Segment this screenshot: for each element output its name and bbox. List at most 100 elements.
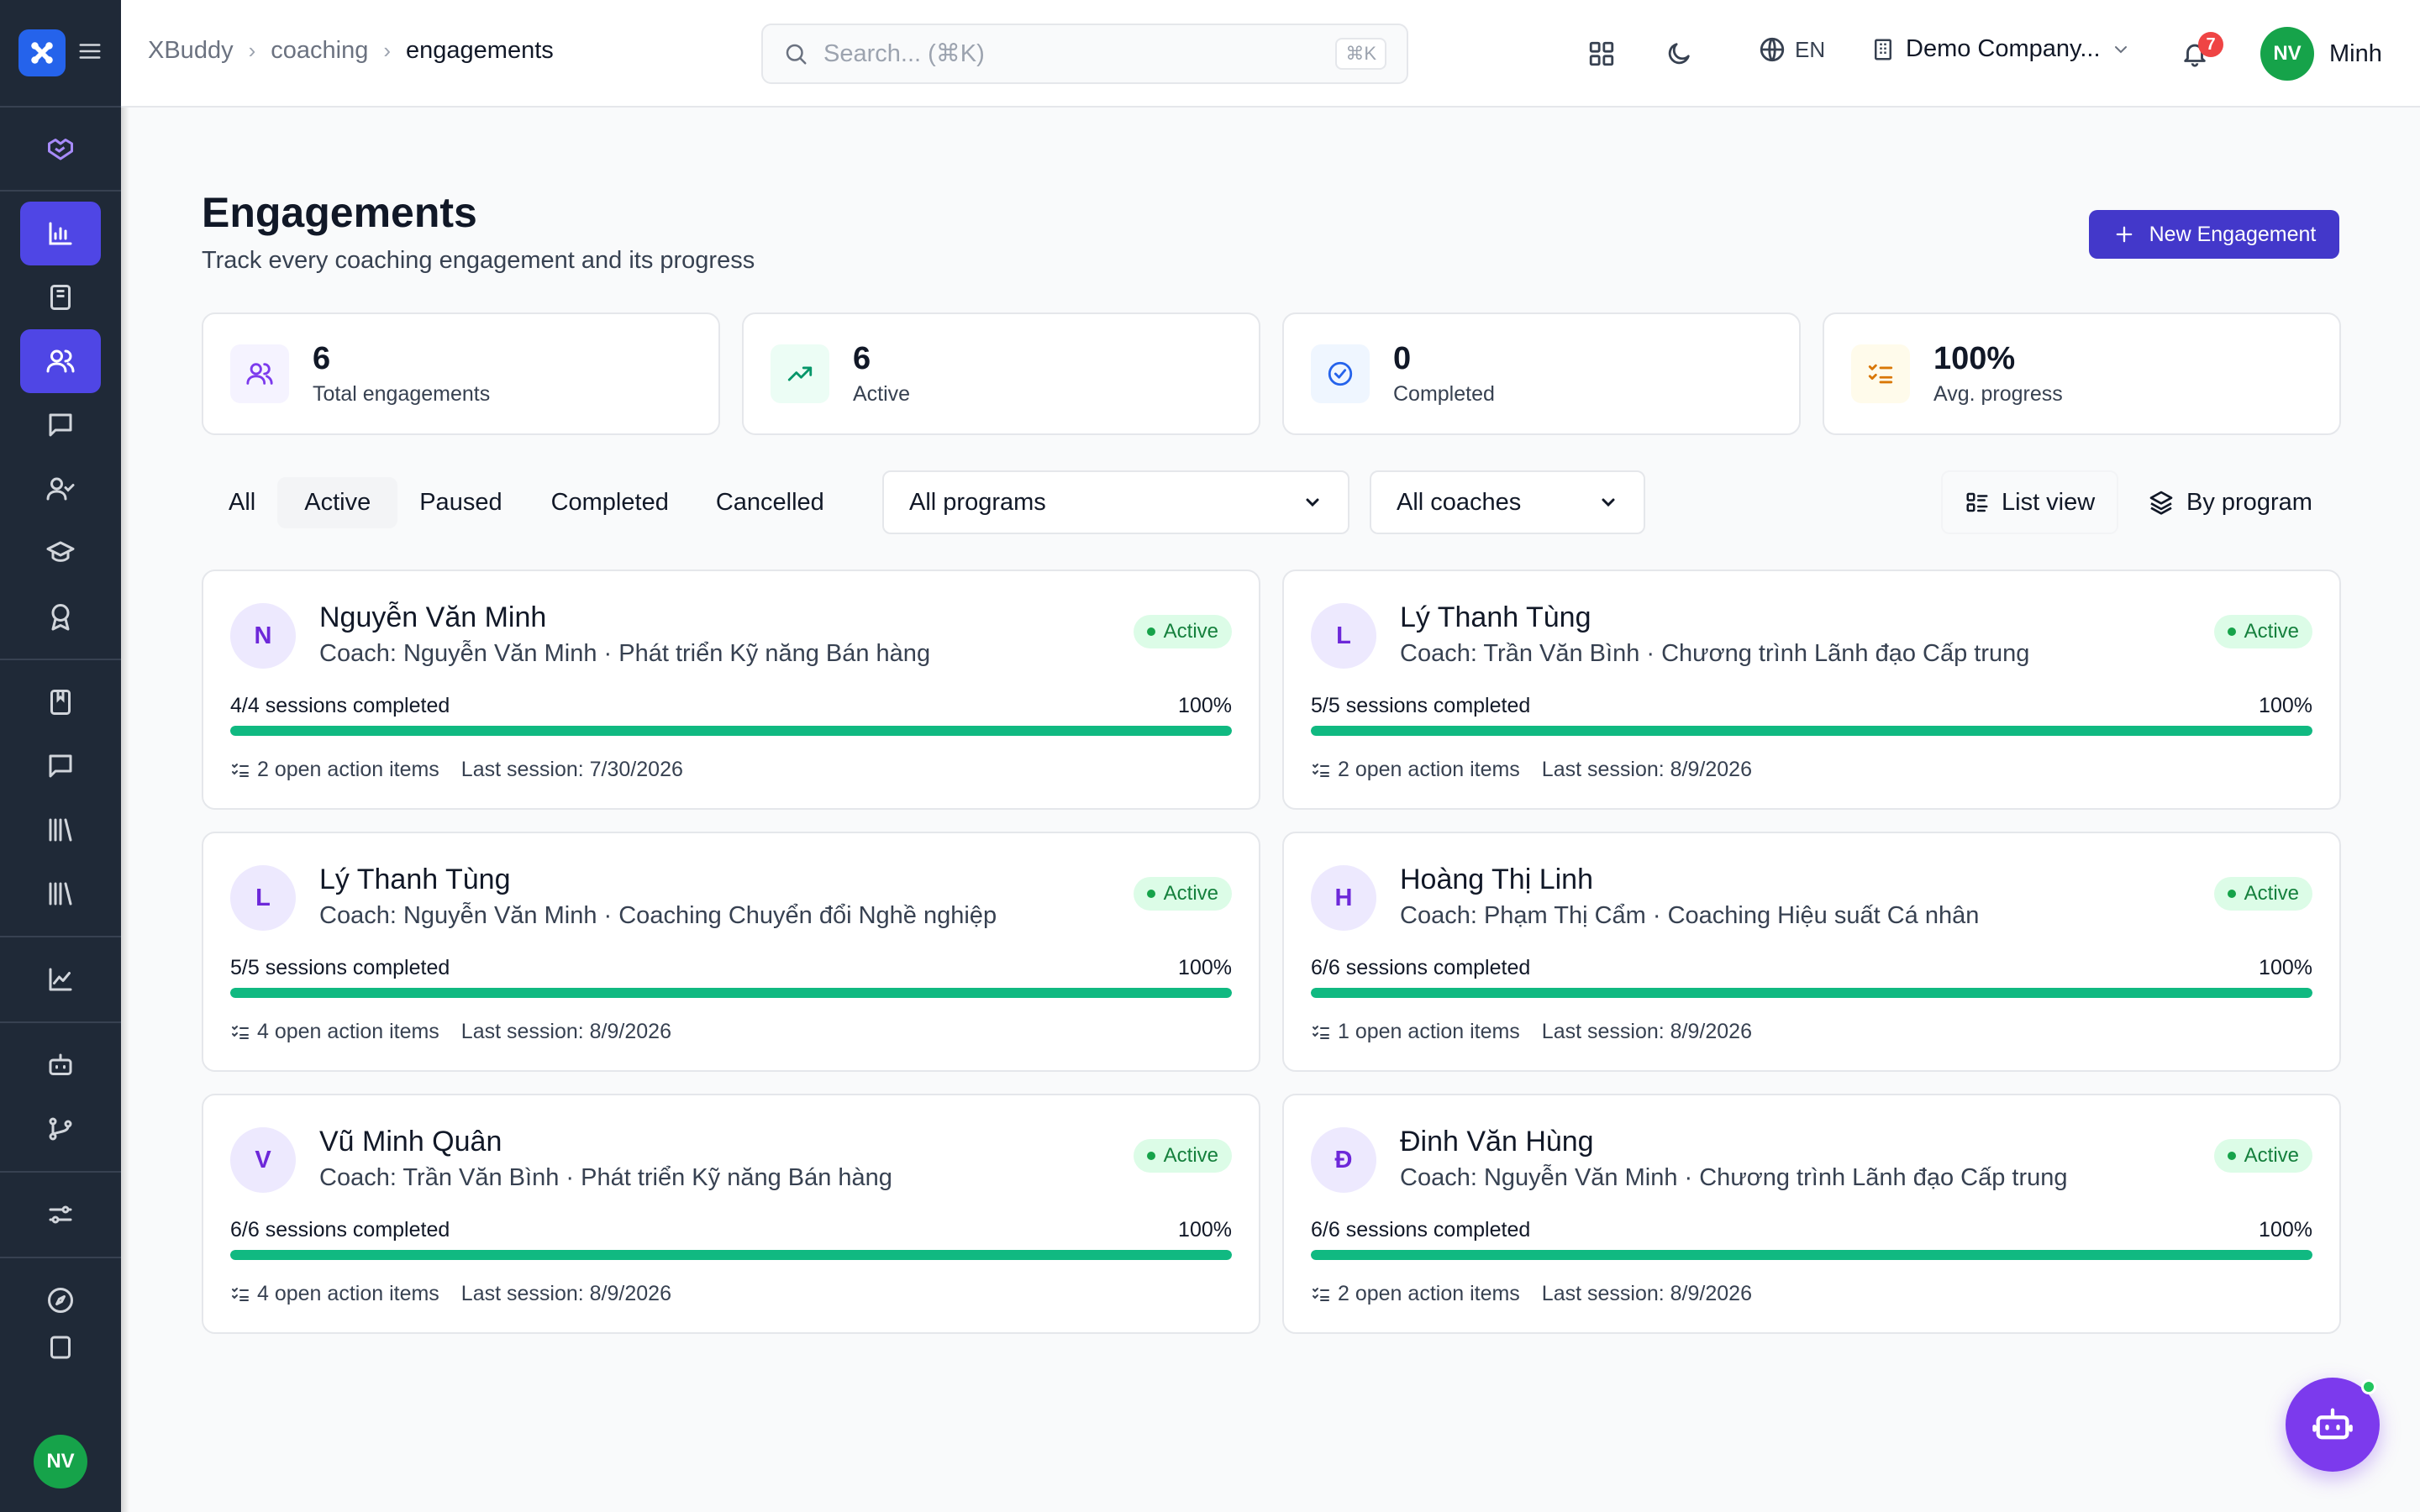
status-dot bbox=[2227, 890, 2236, 898]
sidebar-item-handshake[interactable] bbox=[20, 118, 101, 180]
coach-select[interactable]: All coaches bbox=[1370, 470, 1645, 534]
progress-percent: 100% bbox=[1178, 1218, 1232, 1242]
list-icon bbox=[1966, 492, 1988, 512]
trending-up-icon bbox=[787, 366, 813, 381]
library-icon bbox=[49, 882, 72, 906]
sidebar-item-messages[interactable] bbox=[20, 393, 101, 457]
sidebar-item-resources[interactable] bbox=[20, 798, 101, 862]
app-logo[interactable] bbox=[18, 29, 66, 76]
globe-icon bbox=[1760, 37, 1785, 62]
list-view-button[interactable]: List view bbox=[1941, 470, 2119, 534]
stat-label: Active bbox=[853, 382, 911, 406]
coach-program: Coach: Nguyễn Văn Minh · Coaching Chuyển… bbox=[319, 902, 997, 929]
last-session: Last session: 8/9/2026 bbox=[1541, 1020, 1752, 1043]
progress-percent: 100% bbox=[2259, 956, 2312, 979]
menu-toggle-icon[interactable] bbox=[77, 39, 103, 68]
line-chart-icon bbox=[49, 968, 72, 991]
client-name: Vũ Minh Quân bbox=[319, 1126, 502, 1158]
search-box[interactable]: ⌘K bbox=[761, 24, 1408, 84]
chevron-right-icon: › bbox=[383, 38, 392, 63]
tab-active[interactable]: Active bbox=[277, 476, 398, 528]
search-shortcut-badge: ⌘K bbox=[1335, 38, 1386, 70]
progress-bar bbox=[1311, 988, 2312, 998]
sidebar-item-library[interactable] bbox=[20, 670, 101, 734]
sidebar-section-analytics bbox=[0, 937, 121, 1023]
sidebar-item-coaches[interactable] bbox=[20, 457, 101, 521]
status-label: Active bbox=[1163, 882, 1218, 905]
sidebar-item-settings[interactable] bbox=[20, 1183, 101, 1247]
status-badge: Active bbox=[2213, 877, 2312, 911]
git-branch-icon bbox=[49, 1117, 72, 1141]
sidebar-item-chat[interactable] bbox=[20, 734, 101, 798]
card-footer: 4 open action items Last session: 8/9/20… bbox=[230, 1020, 671, 1044]
sidebar-item-awards[interactable] bbox=[20, 585, 101, 648]
action-items: 2 open action items bbox=[230, 758, 439, 782]
bot-icon bbox=[2312, 1408, 2353, 1440]
sidebar-item-bot[interactable] bbox=[20, 1033, 101, 1097]
sidebar-section-explore bbox=[0, 1258, 121, 1376]
tab-all[interactable]: All bbox=[202, 477, 274, 528]
sidebar-item-engagements[interactable] bbox=[20, 329, 101, 393]
tab-paused[interactable]: Paused bbox=[401, 477, 520, 528]
sidebar-item-learning[interactable] bbox=[20, 521, 101, 585]
sessions-completed: 4/4 sessions completed bbox=[230, 694, 450, 717]
action-items: 4 open action items bbox=[230, 1282, 439, 1306]
tab-completed[interactable]: Completed bbox=[524, 477, 691, 528]
language-selector[interactable]: EN bbox=[1758, 35, 1825, 64]
progress-percent: 100% bbox=[1178, 956, 1232, 979]
stat-icon-container bbox=[1311, 344, 1370, 403]
breadcrumb-item-home[interactable]: XBuddy bbox=[148, 37, 234, 65]
apps-grid-button[interactable] bbox=[1581, 34, 1622, 74]
sidebar: NV bbox=[0, 0, 121, 1512]
engagement-card[interactable]: N Nguyễn Văn Minh Coach: Nguyễn Văn Minh… bbox=[202, 570, 1260, 810]
new-engagement-button[interactable]: New Engagement bbox=[2089, 210, 2339, 259]
status-label: Active bbox=[1163, 620, 1218, 643]
engagement-card[interactable]: H Hoàng Thị Linh Coach: Phạm Thị Cẩm · C… bbox=[1282, 832, 2341, 1072]
status-badge: Active bbox=[1133, 615, 1232, 648]
users-icon bbox=[246, 363, 273, 385]
book-icon bbox=[50, 285, 71, 310]
handshake-icon bbox=[48, 139, 73, 160]
tab-cancelled[interactable]: Cancelled bbox=[694, 477, 846, 528]
breadcrumb-item-coaching[interactable]: coaching bbox=[271, 37, 368, 65]
sidebar-item-programs[interactable] bbox=[20, 265, 101, 329]
client-name: Nguyễn Văn Minh bbox=[319, 601, 547, 633]
coach-program: Coach: Trần Văn Bình · Chương trình Lãnh… bbox=[1400, 640, 2030, 667]
stat-value: 100% bbox=[1933, 341, 2016, 376]
list-checks-icon bbox=[1868, 364, 1893, 384]
grid-icon bbox=[1589, 41, 1614, 66]
sidebar-item-dashboard[interactable] bbox=[20, 202, 101, 265]
avatar: V bbox=[230, 1127, 296, 1193]
logo-icon bbox=[31, 42, 53, 64]
sidebar-item-analytics[interactable] bbox=[20, 948, 101, 1011]
chevron-down-icon bbox=[1602, 498, 1615, 507]
engagement-card[interactable]: V Vũ Minh Quân Coach: Trần Văn Bình · Ph… bbox=[202, 1094, 1260, 1334]
by-program-button[interactable]: By program bbox=[2126, 470, 2334, 534]
program-select[interactable]: All programs bbox=[882, 470, 1349, 534]
chevron-down-icon bbox=[1306, 498, 1319, 507]
sessions-completed: 6/6 sessions completed bbox=[230, 1218, 450, 1242]
user-menu[interactable]: NV Minh bbox=[2260, 27, 2382, 81]
card-footer: 4 open action items Last session: 8/9/20… bbox=[230, 1282, 671, 1306]
library-icon bbox=[49, 818, 72, 842]
last-session: Last session: 7/30/2026 bbox=[460, 758, 683, 781]
engagement-card[interactable]: Đ Đinh Văn Hùng Coach: Nguyễn Văn Minh ·… bbox=[1282, 1094, 2341, 1334]
sidebar-item-workflows[interactable] bbox=[20, 1097, 101, 1161]
progress-bar bbox=[230, 1250, 1232, 1260]
theme-toggle-button[interactable] bbox=[1659, 34, 1699, 74]
search-input[interactable] bbox=[823, 39, 1321, 68]
engagement-card[interactable]: L Lý Thanh Tùng Coach: Nguyễn Văn Minh ·… bbox=[202, 832, 1260, 1072]
sidebar-user-avatar[interactable]: NV bbox=[34, 1435, 87, 1488]
card-footer: 2 open action items Last session: 7/30/2… bbox=[230, 758, 683, 782]
sidebar-section-main bbox=[0, 192, 121, 660]
sidebar-item-docs[interactable] bbox=[20, 1332, 101, 1366]
company-switcher[interactable]: Demo Company... bbox=[1870, 35, 2131, 63]
sidebar-item-explore[interactable] bbox=[20, 1268, 101, 1332]
check-circle-icon bbox=[1328, 361, 1353, 386]
status-label: Active bbox=[1163, 1144, 1218, 1167]
engagement-card[interactable]: L Lý Thanh Tùng Coach: Trần Văn Bình · C… bbox=[1282, 570, 2341, 810]
sessions-completed: 5/5 sessions completed bbox=[1311, 694, 1531, 717]
sidebar-item-collections[interactable] bbox=[20, 862, 101, 926]
square-icon bbox=[50, 1336, 71, 1359]
status-label: Active bbox=[2244, 882, 2299, 905]
